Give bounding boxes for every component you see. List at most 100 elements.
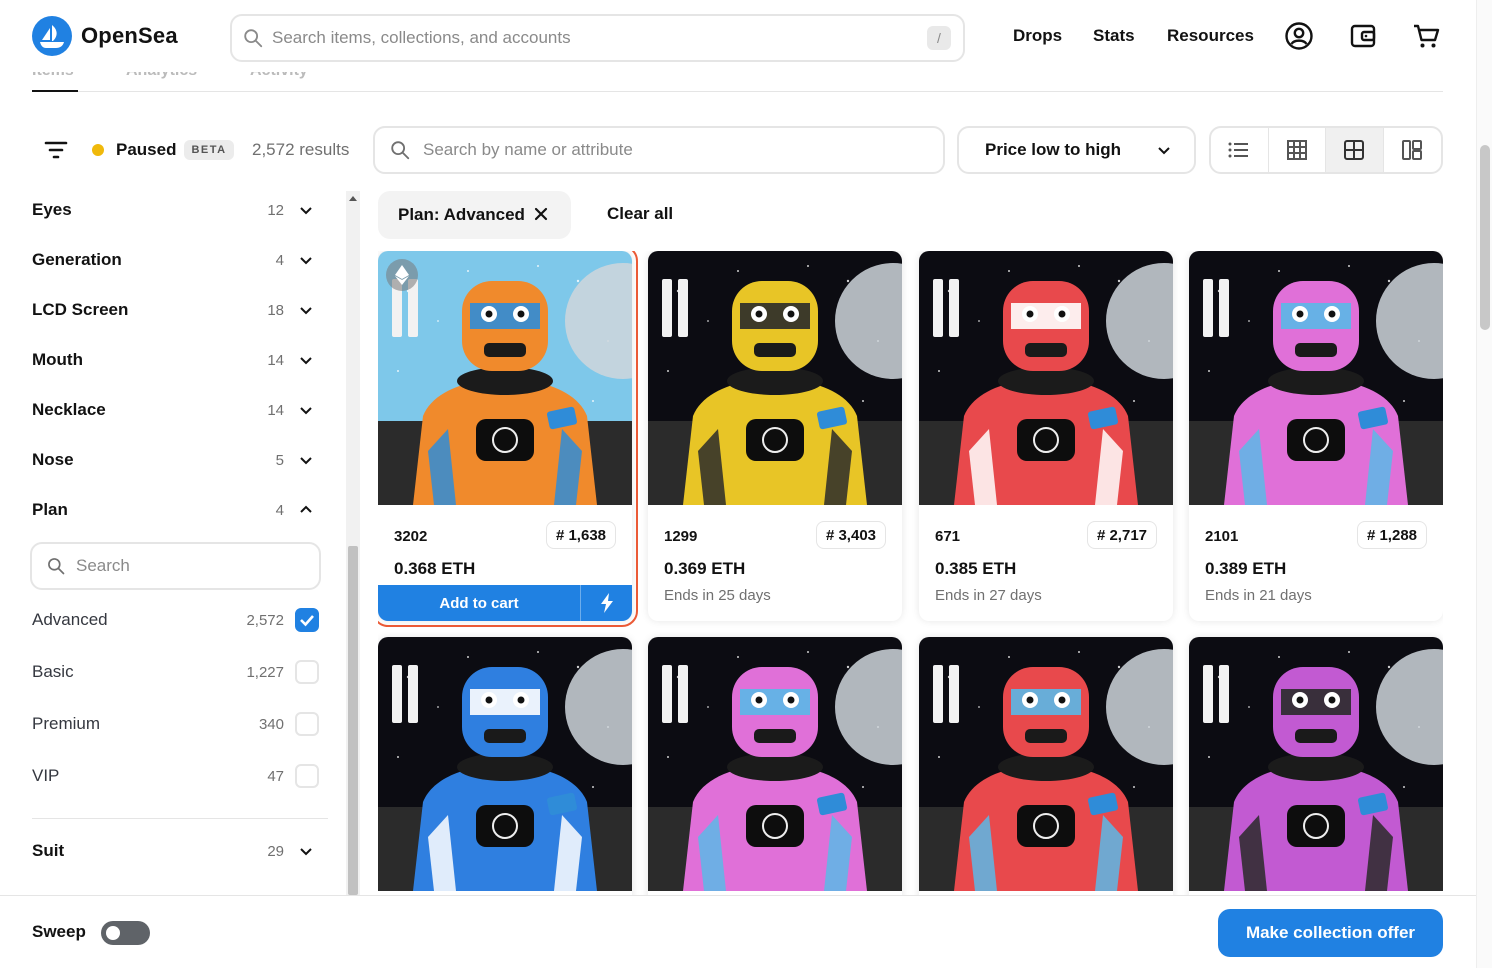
item-image[interactable] [1189,251,1443,505]
add-to-cart-button[interactable]: Add to cart [378,585,580,621]
item-image[interactable] [1189,637,1443,891]
item-card[interactable] [648,637,902,895]
option-label: VIP [32,766,60,785]
listing-expiry: Ends in 21 days [1205,587,1312,604]
page-scroll-thumb[interactable] [1480,145,1490,330]
sidebar-divider [32,818,328,819]
item-card[interactable]: 1299 # 3,403 0.369 ETH Ends in 25 days [648,251,902,621]
filter-toggle-icon[interactable] [44,139,68,161]
chevron-down-icon [300,457,312,465]
facet-count: 14 [267,351,284,369]
facet-generation[interactable]: Generation 4 [32,245,322,275]
nav-drops[interactable]: Drops [1013,0,1062,72]
attribute-search-input[interactable]: Search by name or attribute [373,126,945,174]
account-icon[interactable] [1283,20,1315,52]
card-actions: Add to cart [378,585,632,621]
global-search-placeholder: Search items, collections, and accounts [272,28,571,47]
item-card[interactable] [919,637,1173,895]
option-checkbox[interactable] [295,660,319,684]
filter-chip-plan-advanced[interactable]: Plan: Advanced [378,191,571,239]
wallet-icon[interactable] [1347,20,1379,52]
sort-dropdown[interactable]: Price low to high [957,126,1196,174]
item-card[interactable]: 671 # 2,717 0.385 ETH Ends in 27 days [919,251,1173,621]
active-tab-indicator [32,90,78,92]
rarity-rank-badge: # 1,638 [545,521,616,549]
top-header: OpenSea Search items, collections, and a… [0,0,1476,72]
item-image[interactable] [378,251,632,505]
search-shortcut-hint: / [927,26,951,50]
facet-count: 5 [275,451,284,469]
item-image[interactable] [648,251,902,505]
facet-suit[interactable]: Suit 29 [32,836,322,866]
option-label: Advanced [32,610,108,629]
option-checkbox[interactable] [295,608,319,632]
plan-search-input[interactable]: Search [30,542,321,590]
facet-plan[interactable]: Plan 4 [32,495,322,525]
chevron-down-icon [300,848,312,856]
listing-expiry: Ends in 27 days [935,587,1042,604]
item-image[interactable] [378,637,632,891]
collection-tabs: Items Analytics Activity [32,62,1443,92]
list-view-icon [1228,142,1249,158]
grid-large-icon [1344,140,1365,160]
sidebar-scrollbar[interactable] [346,191,360,895]
close-icon[interactable] [533,206,549,222]
item-token-id: 671 [935,528,961,545]
option-label: Basic [32,662,74,681]
plan-option-premium[interactable]: Premium 340 [32,710,320,738]
attribute-search-placeholder: Search by name or attribute [423,140,633,159]
plan-option-vip[interactable]: VIP 47 [32,762,320,790]
grid-small-button[interactable] [1269,128,1326,172]
option-checkbox[interactable] [295,712,319,736]
item-image[interactable] [919,637,1173,891]
item-token-id: 3202 [394,528,428,545]
facet-necklace[interactable]: Necklace 14 [32,395,322,425]
clear-all-button[interactable]: Clear all [607,204,673,224]
grid-masonry-button[interactable] [1384,128,1442,172]
scroll-up-arrow-icon[interactable] [349,196,357,201]
plan-option-basic[interactable]: Basic 1,227 [32,658,320,686]
facet-nose[interactable]: Nose 5 [32,445,322,475]
sweep-footer: Sweep Make collection offer [0,895,1476,968]
facet-lcd-screen[interactable]: LCD Screen 18 [32,295,322,325]
facet-mouth[interactable]: Mouth 14 [32,345,322,375]
make-collection-offer-button[interactable]: Make collection offer [1218,909,1443,957]
option-count: 47 [267,767,284,785]
nav-stats[interactable]: Stats [1093,0,1135,72]
chevron-up-icon [300,505,312,513]
item-image[interactable] [648,637,902,891]
facet-count: 14 [267,401,284,419]
item-token-id: 2101 [1205,528,1239,545]
item-card[interactable]: 3202 # 1,638 0.368 ETH Add to cart [378,251,638,627]
page-scrollbar[interactable] [1476,0,1492,968]
nav-resources[interactable]: Resources [1167,0,1254,72]
facet-label: Suit [32,841,65,860]
results-count: 2,572 results [252,140,350,159]
beta-badge: BETA [184,140,234,160]
list-view-button[interactable] [1211,128,1269,172]
item-image[interactable] [919,251,1173,505]
chevron-down-icon [300,357,312,365]
item-price: 0.389 ETH [1205,559,1287,578]
facet-eyes[interactable]: Eyes 12 [32,195,322,225]
facet-label: Plan [32,500,68,519]
cart-icon[interactable] [1410,20,1442,52]
global-search-input[interactable]: Search items, collections, and accounts … [230,14,965,62]
listing-status: Paused BETA [92,138,234,162]
item-price: 0.369 ETH [664,559,746,578]
sidebar-scroll-thumb[interactable] [348,546,358,895]
listing-expiry: Ends in 25 days [664,587,771,604]
plan-search-placeholder: Search [76,556,130,575]
plan-option-advanced[interactable]: Advanced 2,572 [32,606,320,634]
buy-now-lightning-icon[interactable] [580,585,632,621]
grid-large-button[interactable] [1326,128,1384,172]
opensea-logo[interactable]: OpenSea [32,16,178,56]
rarity-rank-badge: # 1,288 [1356,521,1427,549]
option-count: 2,572 [246,611,284,629]
option-checkbox[interactable] [295,764,319,788]
item-card[interactable]: 2101 # 1,288 0.389 ETH Ends in 21 days [1189,251,1443,621]
sweep-toggle[interactable] [101,921,150,945]
grid-masonry-icon [1402,140,1423,160]
item-card[interactable] [1189,637,1443,895]
item-card[interactable] [378,637,632,895]
